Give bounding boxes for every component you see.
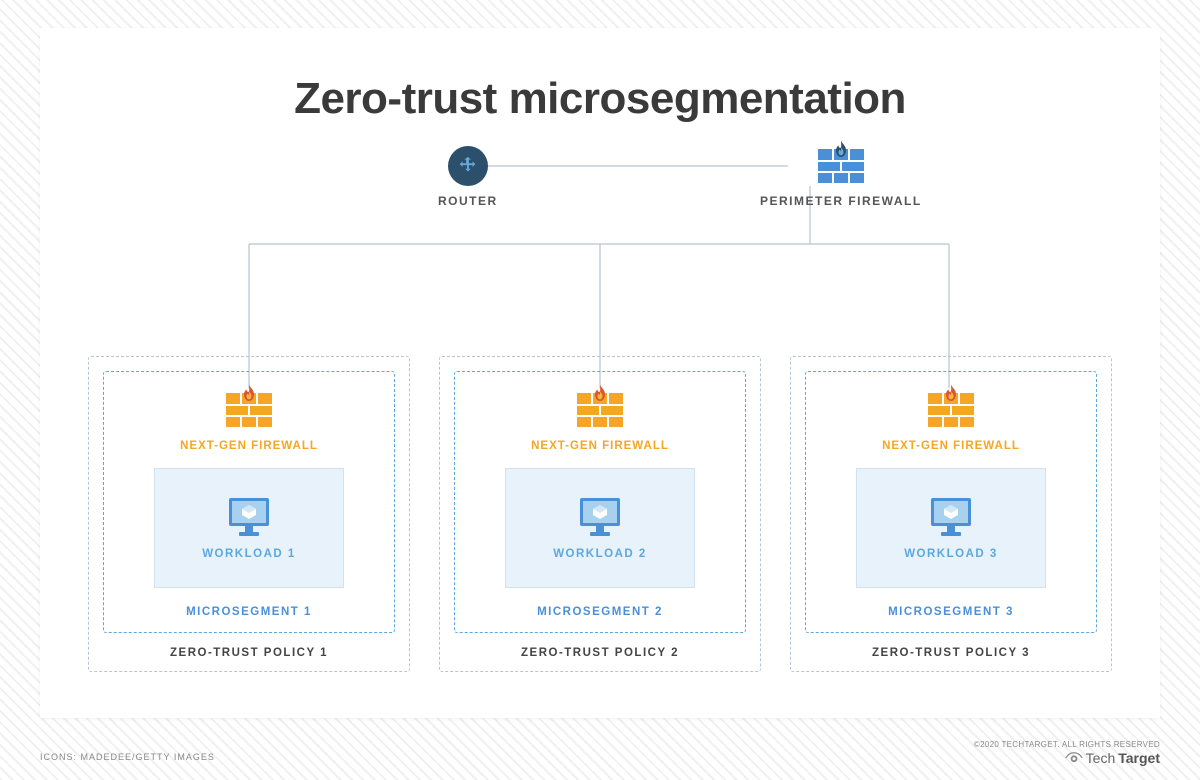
- nextgen-firewall-label: NEXT-GEN FIREWALL: [531, 440, 669, 452]
- microsegment-label: MICROSEGMENT 3: [888, 606, 1014, 618]
- workload-label: WORKLOAD 2: [553, 548, 647, 560]
- workload-monitor-icon: [225, 496, 273, 538]
- footer-brand-block: ©2020 TECHTARGET. ALL RIGHTS RESERVED Te…: [974, 740, 1160, 766]
- policy-box-2: NEXT-GEN FIREWALL WORKLOAD 2 MICROSEGMEN: [439, 356, 761, 672]
- workload-label: WORKLOAD 1: [202, 548, 296, 560]
- microsegment-box-1: NEXT-GEN FIREWALL WORKLOAD 1 MICROSEGMEN: [103, 371, 395, 633]
- router-icon: [448, 146, 488, 186]
- perimeter-firewall-label: PERIMETER FIREWALL: [760, 194, 922, 208]
- diagram-card: Zero-trust microsegmentation ROUTER: [40, 28, 1160, 718]
- nextgen-firewall-label: NEXT-GEN FIREWALL: [180, 440, 318, 452]
- brand-logo: TechTarget: [1065, 750, 1160, 766]
- microsegment-box-2: NEXT-GEN FIREWALL WORKLOAD 2 MICROSEGMEN: [454, 371, 746, 633]
- policy-label: ZERO-TRUST POLICY 3: [872, 647, 1030, 659]
- nextgen-firewall-icon: [928, 390, 974, 430]
- workload-monitor-icon: [927, 496, 975, 538]
- nextgen-firewall-label: NEXT-GEN FIREWALL: [882, 440, 1020, 452]
- workload-label: WORKLOAD 3: [904, 548, 998, 560]
- nextgen-firewall-icon: [577, 390, 623, 430]
- policy-box-3: NEXT-GEN FIREWALL WORKLOAD 3 MICROSEGMEN: [790, 356, 1112, 672]
- perimeter-firewall-icon: [818, 146, 864, 186]
- diagram-title: Zero-trust microsegmentation: [40, 74, 1160, 124]
- perimeter-firewall-node: PERIMETER FIREWALL: [760, 146, 922, 208]
- microsegment-label: MICROSEGMENT 2: [537, 606, 663, 618]
- workload-monitor-icon: [576, 496, 624, 538]
- workload-box-3: WORKLOAD 3: [856, 468, 1046, 588]
- policy-label: ZERO-TRUST POLICY 1: [170, 647, 328, 659]
- icons-credit: ICONS: MADEDEE/GETTY IMAGES: [40, 752, 215, 762]
- brand-light: Tech: [1086, 750, 1116, 766]
- router-node: ROUTER: [438, 146, 498, 208]
- policy-label: ZERO-TRUST POLICY 2: [521, 647, 679, 659]
- copyright-text: ©2020 TECHTARGET. ALL RIGHTS RESERVED: [974, 740, 1160, 749]
- microsegment-box-3: NEXT-GEN FIREWALL WORKLOAD 3 MICROSEGMEN: [805, 371, 1097, 633]
- eye-icon: [1065, 752, 1083, 764]
- router-label: ROUTER: [438, 194, 498, 208]
- brand-bold: Target: [1118, 750, 1160, 766]
- diagram-canvas: ROUTER PERIMETER FIREWALL NEXT-GEN FIREW…: [40, 124, 1160, 684]
- workload-box-1: WORKLOAD 1: [154, 468, 344, 588]
- nextgen-firewall-icon: [226, 390, 272, 430]
- policy-row: NEXT-GEN FIREWALL WORKLOAD 1 MICROSEGMEN: [88, 356, 1112, 672]
- workload-box-2: WORKLOAD 2: [505, 468, 695, 588]
- microsegment-label: MICROSEGMENT 1: [186, 606, 312, 618]
- policy-box-1: NEXT-GEN FIREWALL WORKLOAD 1 MICROSEGMEN: [88, 356, 410, 672]
